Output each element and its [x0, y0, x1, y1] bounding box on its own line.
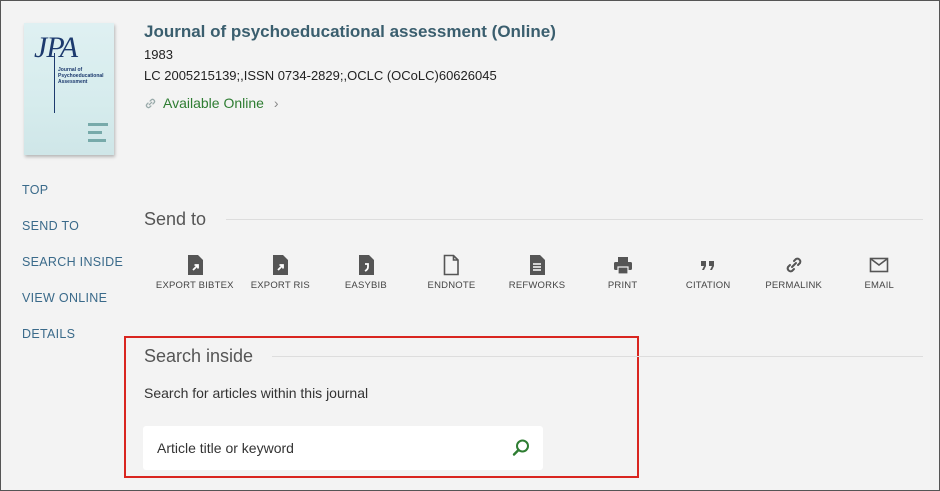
envelope-icon [869, 257, 889, 273]
quote-icon [701, 261, 715, 270]
cover-bar [88, 139, 106, 142]
send-to-actions: EXPORT BIBTEX EXPORT RIS EASYBIB ENDNOTE… [152, 254, 922, 291]
nav-item-view-online[interactable]: VIEW ONLINE [22, 291, 123, 327]
easybib-icon [358, 255, 374, 275]
permalink-button[interactable]: PERMALINK [751, 254, 837, 291]
availability-label: Available Online [163, 95, 264, 111]
send-to-heading: Send to [144, 209, 207, 229]
text-document-icon [530, 255, 546, 275]
record-title[interactable]: Journal of psychoeducational assessment … [144, 22, 556, 42]
nav-item-search-inside[interactable]: SEARCH INSIDE [22, 255, 123, 291]
printer-icon [613, 257, 632, 275]
action-label: ENDNOTE [427, 280, 476, 291]
search-inside-heading: Search inside [144, 346, 254, 366]
journal-cover-image[interactable]: JPA Journal of Psychoeducational Assessm… [24, 23, 114, 155]
action-label: EXPORT BIBTEX [155, 280, 234, 291]
link-icon [145, 98, 156, 108]
action-label: PERMALINK [765, 280, 823, 291]
endnote-button[interactable]: ENDNOTE [409, 254, 495, 291]
search-inside-field [143, 426, 543, 470]
action-label: EASYBIB [344, 280, 387, 291]
nav-item-top[interactable]: TOP [22, 183, 123, 219]
cover-bar [88, 131, 102, 134]
record-year: 1983 [144, 47, 173, 62]
action-label: EMAIL [864, 280, 895, 291]
chevron-right-icon: › [273, 95, 279, 111]
link-icon [786, 257, 801, 273]
section-nav: TOP SEND TO SEARCH INSIDE VIEW ONLINE DE… [22, 183, 123, 363]
search-inside-submit-button[interactable] [499, 426, 543, 470]
export-file-icon [187, 255, 203, 275]
send-to-divider [226, 219, 923, 220]
record-identifiers: LC 2005215139;,ISSN 0734-2829;,OCLC (OCo… [144, 68, 497, 83]
action-label: CITATION [685, 280, 731, 291]
cover-subtitle: Journal of Psychoeducational Assessment [58, 67, 104, 85]
search-inside-input[interactable] [143, 426, 499, 470]
citation-button[interactable]: CITATION [665, 254, 751, 291]
refworks-button[interactable]: REFWORKS [494, 254, 580, 291]
search-icon [512, 439, 529, 456]
easybib-button[interactable]: EASYBIB [323, 254, 409, 291]
availability-link[interactable]: Available Online › [144, 95, 279, 111]
document-icon [444, 254, 460, 276]
action-label: EXPORT RIS [250, 280, 310, 291]
export-ris-button[interactable]: EXPORT RIS [238, 254, 324, 291]
email-button[interactable]: EMAIL [837, 254, 923, 291]
export-bibtex-button[interactable]: EXPORT BIBTEX [152, 254, 238, 291]
export-file-icon [273, 255, 289, 275]
nav-item-details[interactable]: DETAILS [22, 327, 123, 363]
action-label: REFWORKS [508, 280, 566, 291]
search-inside-divider [272, 356, 923, 357]
print-button[interactable]: PRINT [580, 254, 666, 291]
cover-bar [88, 123, 108, 126]
cover-rule [54, 53, 55, 113]
search-inside-description: Search for articles within this journal [144, 385, 369, 401]
nav-item-send-to[interactable]: SEND TO [22, 219, 123, 255]
cover-logo: JPA [34, 31, 78, 64]
action-label: PRINT [607, 280, 638, 291]
